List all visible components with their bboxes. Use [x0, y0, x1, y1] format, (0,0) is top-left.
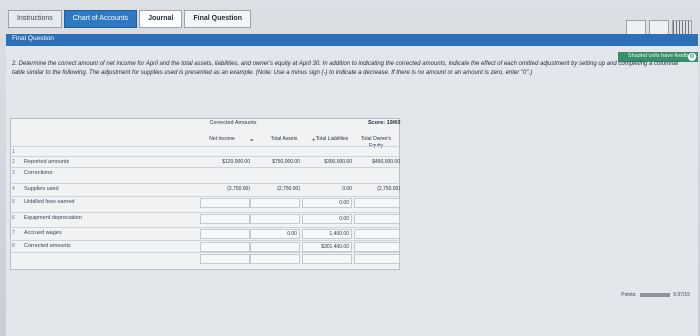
tab-bar: Instructions Chart of Accounts Journal F…: [8, 8, 698, 30]
value-total-assets: $750,000.00: [272, 159, 300, 165]
points-value: 5.07/15: [673, 292, 690, 298]
input-total-liabilities[interactable]: 0.00: [302, 214, 352, 224]
row-number: 4: [12, 186, 15, 192]
value-net-income: $120,000.00: [222, 159, 250, 165]
value-total-liabilities: $300,000.00: [324, 159, 352, 165]
row-number: 3: [12, 170, 15, 176]
input-owners-equity[interactable]: [354, 242, 400, 252]
tab-chart-of-accounts[interactable]: Chart of Accounts: [63, 10, 138, 28]
row-label: Equipment depreciation: [24, 215, 82, 221]
points-bar: [639, 292, 670, 297]
row-number: 5: [12, 199, 15, 205]
input-total-liabilities[interactable]: [302, 254, 352, 264]
tab-final-question[interactable]: Final Question: [184, 10, 251, 28]
table-row: 8 Corrected amounts $301,400.00: [10, 240, 400, 252]
input-total-liabilities[interactable]: $301,400.00: [302, 242, 352, 252]
value-total-liabilities: 0.00: [342, 186, 352, 192]
section-header: Final Question: [6, 34, 698, 46]
row-label: Reported amounts: [24, 159, 70, 165]
instructions-text: 2. Determine the correct amount of net i…: [12, 61, 679, 76]
operator-equals: =: [250, 138, 254, 144]
tab-journal[interactable]: Journal: [139, 10, 183, 28]
row-label: Corrections:: [24, 170, 54, 176]
input-total-assets[interactable]: [250, 198, 300, 208]
row-number: 2: [12, 159, 15, 165]
row-number: 6: [12, 215, 15, 221]
value-net-income: (2,750.00): [227, 186, 250, 192]
input-owners-equity[interactable]: [354, 254, 400, 264]
input-net-income[interactable]: [200, 254, 250, 264]
feedback-label: Shaded cells have feedback: [628, 53, 697, 59]
input-net-income[interactable]: [200, 214, 250, 224]
row-label: Unbilled fees earned: [24, 199, 75, 205]
input-total-liabilities[interactable]: 1,400.00: [302, 229, 352, 239]
input-total-assets[interactable]: [250, 242, 300, 252]
row-number: 8: [12, 243, 15, 249]
input-owners-equity[interactable]: [354, 214, 400, 224]
value-total-assets: (2,750.00): [277, 186, 300, 192]
value-owners-equity: (2,750.00): [377, 186, 400, 192]
row-number: 7: [12, 230, 15, 236]
input-total-assets[interactable]: [250, 254, 300, 264]
table-row: 4 Supplies used (2,750.00) (2,750.00) 0.…: [10, 183, 400, 195]
input-total-assets[interactable]: 0.00: [250, 229, 300, 239]
table-row: [10, 252, 400, 264]
input-owners-equity[interactable]: [354, 229, 400, 239]
input-net-income[interactable]: [200, 242, 250, 252]
row-label: Corrected amounts: [24, 243, 71, 249]
table-row: 6 Equipment depreciation 0.00: [10, 212, 400, 224]
corrected-amounts-heading: Corrected Amounts: [209, 120, 257, 126]
table-row: 3 Corrections:: [10, 167, 398, 179]
score-label: Score: 19/60: [368, 120, 401, 126]
value-owners-equity: $450,000.00: [372, 159, 400, 165]
table-row: 5 Unbilled fees earned 0.00: [10, 196, 400, 208]
points-label: Points:: [621, 292, 637, 298]
input-total-liabilities[interactable]: 0.00: [302, 198, 352, 208]
gear-icon[interactable]: ⚙: [688, 53, 696, 61]
row-label: Accrued wages: [24, 230, 62, 236]
input-net-income[interactable]: [200, 198, 250, 208]
input-owners-equity[interactable]: [354, 198, 400, 208]
row-label: Supplies used: [24, 186, 59, 192]
row-number: 1: [12, 149, 15, 155]
screen: Instructions Chart of Accounts Journal F…: [0, 0, 700, 336]
input-total-assets[interactable]: [250, 214, 300, 224]
table-row: 7 Accrued wages 0.00 1,400.00: [10, 227, 400, 239]
input-net-income[interactable]: [200, 229, 250, 239]
points-display: Points: 5.07/15: [621, 292, 690, 298]
section-title: Final Question: [12, 35, 54, 42]
tab-instructions[interactable]: Instructions: [8, 10, 62, 28]
